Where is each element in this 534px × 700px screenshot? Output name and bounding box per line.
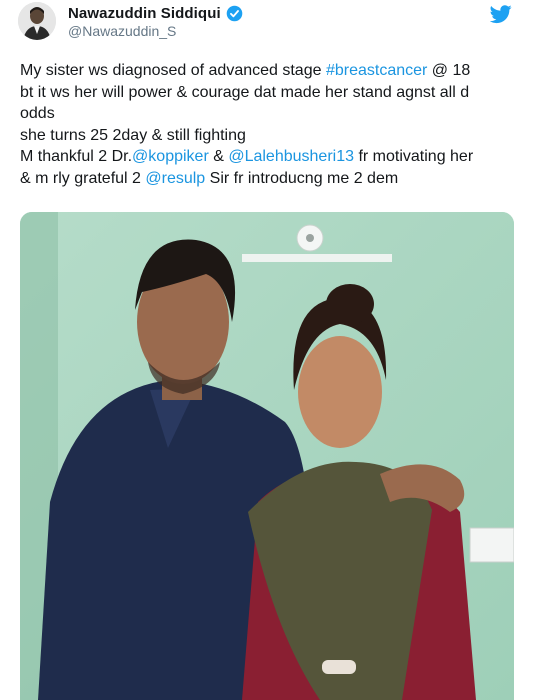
tweet-text-segment: & m rly grateful 2 (20, 169, 146, 187)
tweet-photo[interactable] (20, 212, 514, 700)
author-avatar[interactable] (18, 2, 56, 40)
tweet-text-segment: fr motivating her (354, 148, 474, 165)
author-name-row: Nawazuddin Siddiqui (68, 3, 243, 23)
photo-two-people-image (20, 212, 514, 700)
author-handle[interactable]: @Nawazuddin_S (68, 23, 176, 39)
tweet-line-4: she turns 25 2day & still fighting (20, 126, 246, 144)
mention-lalehbusheri13-link[interactable]: @Lalehbusheri13 (228, 148, 354, 165)
tweet-text: My sister ws diagnosed of advanced stage… (20, 60, 520, 189)
tweet-line-5: M thankful 2 Dr.@koppiker & @Lalehbusher… (20, 146, 520, 168)
tweet-line-2: bt it ws her will power & courage dat ma… (20, 83, 470, 101)
verified-badge-icon (226, 5, 243, 21)
tweet-text-segment: & (208, 148, 229, 165)
mention-resulp-link[interactable]: @resulp (145, 170, 205, 187)
tweet-text-segment: M thankful 2 Dr. (20, 148, 133, 165)
author-display-name[interactable]: Nawazuddin Siddiqui (68, 5, 221, 22)
tweet-text-segment: @ 18 (427, 62, 471, 79)
tweet-card: Nawazuddin Siddiqui @Nawazuddin_S My sis… (0, 0, 534, 700)
tweet-line-1: My sister ws diagnosed of advanced stage… (20, 60, 520, 82)
tweet-text-segment: Sir fr introducng me 2 dem (205, 169, 399, 187)
hashtag-breastcancer-link[interactable]: #breastcancer (326, 62, 427, 79)
tweet-line-3: odds (20, 105, 55, 122)
tweet-line-6: & m rly grateful 2 @resulp Sir fr introd… (20, 168, 520, 190)
avatar-person-icon (18, 2, 56, 40)
tweet-text-segment: My sister ws diagnosed of advanced stage (20, 62, 326, 79)
mention-koppiker-link[interactable]: @koppiker (132, 148, 209, 165)
twitter-bird-icon[interactable] (490, 3, 512, 25)
